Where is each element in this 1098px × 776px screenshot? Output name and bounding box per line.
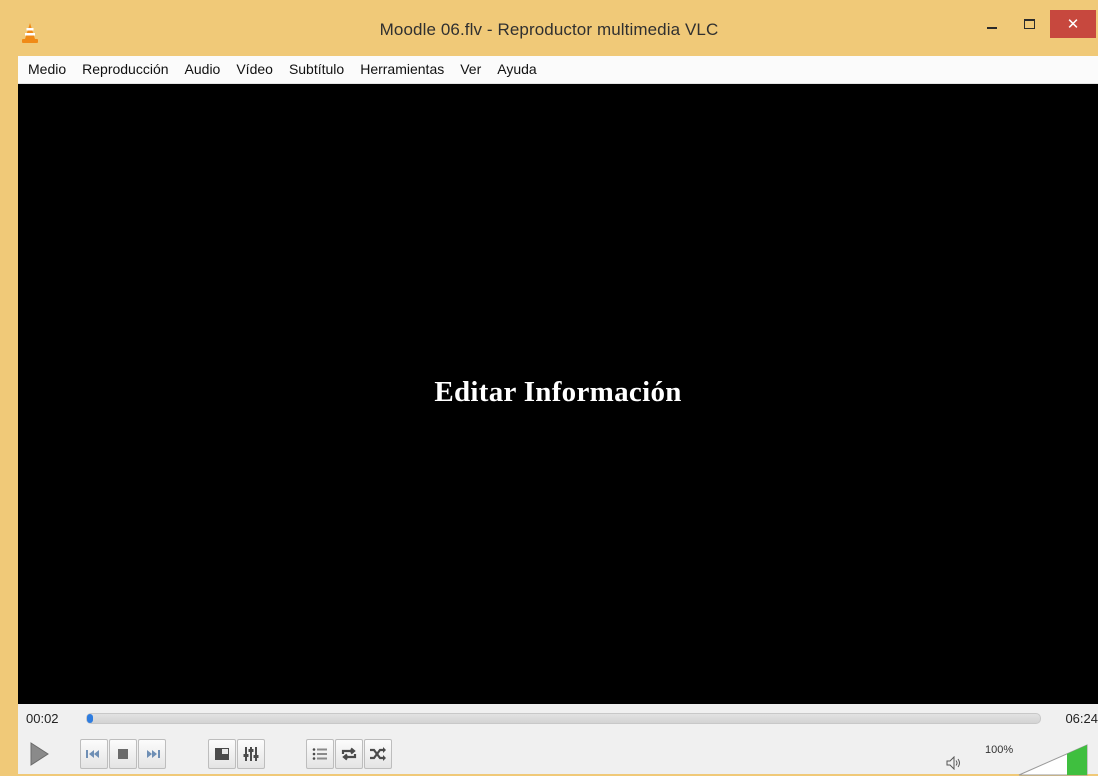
menu-ver[interactable]: Ver — [452, 56, 489, 83]
play-icon — [30, 742, 49, 766]
shuffle-icon — [370, 747, 386, 761]
menu-reproduccion[interactable]: Reproducción — [74, 56, 176, 83]
extended-settings-button[interactable] — [237, 739, 265, 769]
menu-ayuda[interactable]: Ayuda — [489, 56, 544, 83]
video-overlay-text: Editar Información — [434, 376, 682, 408]
previous-button[interactable] — [80, 739, 108, 769]
total-time[interactable]: 06:24 — [1065, 711, 1098, 726]
fullscreen-icon — [215, 748, 229, 760]
fullscreen-button[interactable] — [208, 739, 236, 769]
playlist-button[interactable] — [306, 739, 334, 769]
minimize-icon — [987, 27, 997, 29]
extended-settings-icon — [243, 747, 259, 761]
title-bar[interactable]: Moodle 06.flv - Reproductor multimedia V… — [0, 0, 1098, 56]
menu-herramientas[interactable]: Herramientas — [352, 56, 452, 83]
volume-percentage: 100% — [985, 744, 1014, 756]
speaker-icon[interactable] — [946, 756, 962, 770]
volume-level — [1067, 745, 1087, 775]
vlc-window: Moodle 06.flv - Reproductor multimedia V… — [0, 0, 1098, 776]
seek-bar[interactable] — [86, 713, 1041, 724]
close-button[interactable]: ✕ — [1050, 10, 1096, 38]
play-button[interactable] — [22, 739, 56, 769]
window-title: Moodle 06.flv - Reproductor multimedia V… — [379, 20, 719, 39]
loop-button[interactable] — [335, 739, 363, 769]
next-button[interactable] — [138, 739, 166, 769]
menu-bar: Medio Reproducción Audio Vídeo Subtítulo… — [18, 56, 1098, 84]
menu-video[interactable]: Vídeo — [228, 56, 281, 83]
maximize-button[interactable] — [1011, 10, 1047, 38]
menu-audio[interactable]: Audio — [177, 56, 229, 83]
menu-subtitulo[interactable]: Subtítulo — [281, 56, 352, 83]
loop-icon — [341, 747, 357, 761]
volume-slider[interactable] — [1018, 744, 1088, 776]
menu-medio[interactable]: Medio — [18, 56, 74, 83]
playlist-icon — [312, 748, 327, 760]
next-icon — [147, 750, 160, 758]
stop-icon — [118, 749, 128, 759]
video-area[interactable]: Editar Información — [18, 84, 1098, 704]
stop-button[interactable] — [109, 739, 137, 769]
current-time[interactable]: 00:02 — [26, 711, 59, 726]
shuffle-button[interactable] — [364, 739, 392, 769]
minimize-button[interactable] — [974, 10, 1010, 38]
seek-progress — [87, 714, 93, 723]
previous-icon — [86, 750, 99, 758]
maximize-icon — [1023, 19, 1035, 29]
close-icon: ✕ — [1066, 16, 1080, 33]
controls-panel: 00:02 06:24 100% — [18, 704, 1098, 776]
